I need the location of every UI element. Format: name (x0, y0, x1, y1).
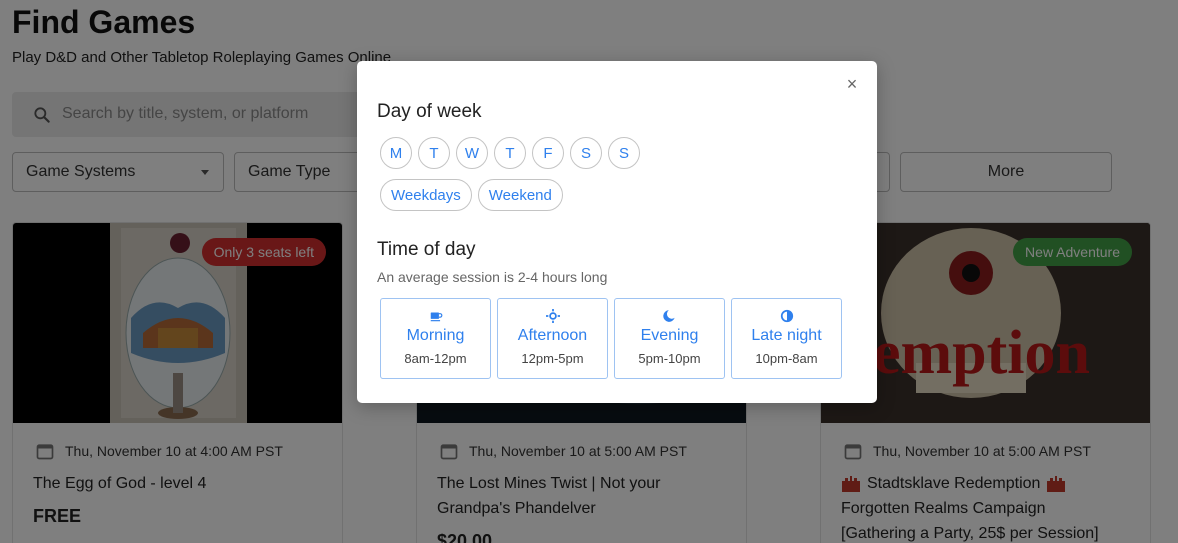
moon-icon (662, 310, 675, 322)
sun-icon (545, 309, 560, 323)
time-slot-hours: 12pm-5pm (521, 351, 584, 366)
coffee-icon (430, 312, 442, 322)
time-slot-name: Evening (640, 327, 699, 344)
time-slot-hours: 10pm-8am (755, 351, 818, 366)
day-thursday[interactable]: T (494, 137, 526, 169)
session-length-hint: An average session is 2-4 hours long (377, 269, 608, 285)
time-slot-name: Morning (406, 327, 465, 344)
day-tuesday[interactable]: T (418, 137, 450, 169)
contrast-icon (780, 309, 793, 323)
day-saturday[interactable]: S (570, 137, 602, 169)
time-slot-evening[interactable]: Evening 5pm-10pm (614, 298, 725, 379)
weekend-button[interactable]: Weekend (477, 179, 563, 211)
close-icon[interactable]: × (843, 75, 861, 93)
time-slot-name: Late night (751, 327, 822, 344)
day-of-week-heading: Day of week (377, 101, 482, 122)
day-presets: Weekdays Weekend (380, 179, 563, 211)
day-selector: M T W T F S S (380, 137, 640, 169)
schedule-filter-modal: × Day of week M T W T F S S Weekdays Wee… (357, 61, 877, 403)
time-slot-hours: 8am-12pm (404, 351, 467, 366)
time-slot-selector: Morning 8am-12pm Afternoon 12pm-5pm Even… (380, 298, 842, 379)
time-slot-hours: 5pm-10pm (638, 351, 701, 366)
time-of-day-heading: Time of day (377, 239, 476, 260)
weekdays-button[interactable]: Weekdays (380, 179, 472, 211)
day-friday[interactable]: F (532, 137, 564, 169)
day-wednesday[interactable]: W (456, 137, 488, 169)
time-slot-afternoon[interactable]: Afternoon 12pm-5pm (497, 298, 608, 379)
time-slot-name: Afternoon (517, 327, 588, 344)
day-sunday[interactable]: S (608, 137, 640, 169)
day-monday[interactable]: M (380, 137, 412, 169)
time-slot-late-night[interactable]: Late night 10pm-8am (731, 298, 842, 379)
time-slot-morning[interactable]: Morning 8am-12pm (380, 298, 491, 379)
